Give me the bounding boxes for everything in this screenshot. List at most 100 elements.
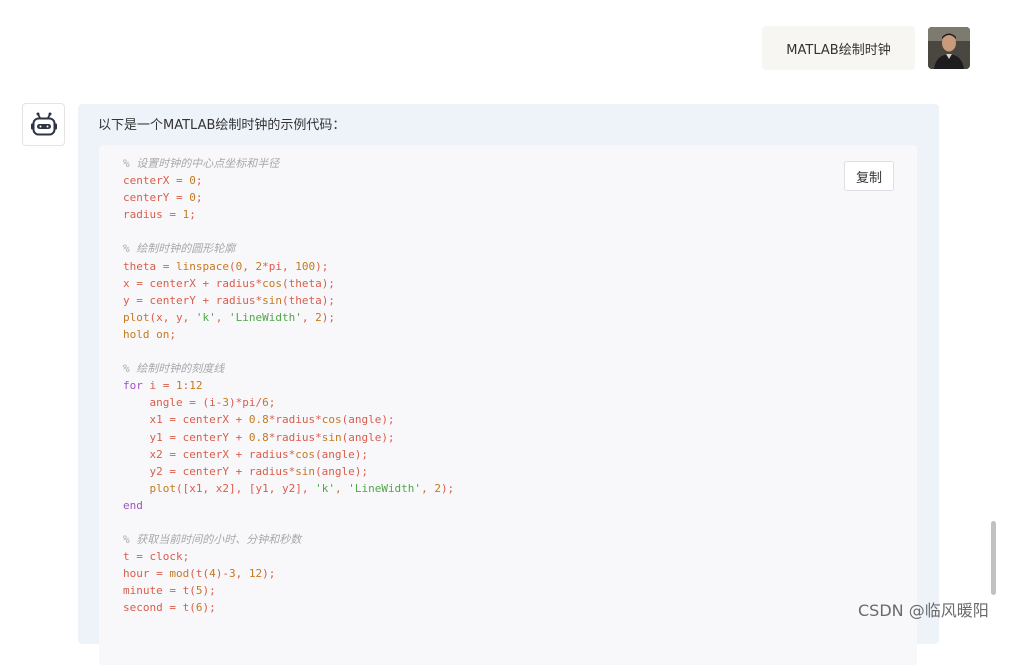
code-token: % 设置时钟的中心点坐标和半径 <box>123 157 280 170</box>
code-token: , <box>215 310 229 324</box>
code-token: 12 <box>189 379 203 393</box>
code-line: % 绘制时钟的刻度线 <box>123 360 454 377</box>
code-token: 'k' <box>315 481 335 495</box>
code-token: 'LineWidth' <box>228 310 302 324</box>
code-token: x2 = centerX + radius* <box>123 447 296 461</box>
code-token: % 获取当前时间的小时、分钟和秒数 <box>123 533 302 547</box>
bot-avatar <box>22 103 65 146</box>
code-line: y = centerY + radius*sin(theta); <box>123 292 454 309</box>
code-token: hour = <box>123 567 170 581</box>
code-token: cos <box>321 413 342 427</box>
code-line: theta = linspace(0, 2*pi, 100); <box>123 258 454 275</box>
code-token: 3 <box>222 396 229 410</box>
code-token: , <box>421 481 435 495</box>
code-token: ); <box>202 584 216 598</box>
code-token: % 绘制时钟的圆形轮廓 <box>123 242 236 256</box>
code-token: cos <box>295 447 316 461</box>
code-line: y2 = centerY + radius*sin(angle); <box>123 463 454 480</box>
code-token: *radius* <box>268 413 322 427</box>
code-line: end <box>123 497 454 514</box>
user-photo-avatar-icon <box>928 27 970 69</box>
code-token: ); <box>315 259 329 273</box>
code-line: x2 = centerX + radius*cos(angle); <box>123 446 454 463</box>
code-token: ); <box>440 481 455 495</box>
code-line: second = t(6); <box>123 599 454 616</box>
scrollbar-thumb[interactable] <box>991 521 996 595</box>
code-token: sin <box>321 430 342 444</box>
code-line: y1 = centerY + 0.8*radius*sin(angle); <box>123 429 454 446</box>
code-token: 2 <box>434 481 441 495</box>
code-token: 4 <box>209 567 216 581</box>
code-token: 3 <box>228 567 236 581</box>
code-token: centerY = <box>123 191 190 205</box>
code-token: (angle); <box>341 413 395 427</box>
code-token: , <box>242 259 256 273</box>
user-message-text: MATLAB绘制时钟 <box>786 42 891 58</box>
code-token: t = clock; <box>123 550 190 564</box>
code-token: mod <box>169 567 190 581</box>
bot-intro-text: 以下是一个MATLAB绘制时钟的示例代码： <box>98 118 346 133</box>
code-line: centerY = 0; <box>123 189 454 206</box>
code-line: t = clock; <box>123 548 454 565</box>
code-token: radius = <box>123 208 183 222</box>
code-token: x = centerX + radius* <box>123 276 263 290</box>
code-token: y = centerY + radius* <box>123 293 263 307</box>
watermark: CSDN @临风暖阳 <box>858 601 989 620</box>
code-token: ); <box>202 601 216 615</box>
code-line: minute = t(5); <box>123 582 454 599</box>
code-token: , <box>334 481 349 495</box>
code-token: 6 <box>262 396 269 410</box>
code-token: ); <box>321 310 335 324</box>
code-token: (theta); <box>281 276 335 290</box>
code-token: 0.8 <box>248 413 269 427</box>
code-token: x1 = centerX + <box>123 413 249 427</box>
code-token: 0 <box>189 191 196 205</box>
code-token: 1 <box>176 379 183 393</box>
code-token: ([x1, x2], [y1, y2], <box>176 481 316 495</box>
copy-button[interactable]: 复制 <box>844 161 894 191</box>
code-token: ; <box>189 208 196 222</box>
code-token: ; <box>195 191 203 205</box>
code-token: end <box>123 498 143 512</box>
code-line: plot(x, y, 'k', 'LineWidth', 2); <box>123 309 454 326</box>
code-token: (angle); <box>315 447 369 461</box>
code-token: for <box>123 379 143 393</box>
robot-icon <box>30 112 57 135</box>
user-avatar[interactable] <box>928 27 970 69</box>
code-token: i = <box>142 379 176 393</box>
code-token: hold <box>123 327 150 341</box>
bot-message-panel: 以下是一个MATLAB绘制时钟的示例代码： 复制 % 设置时钟的中心点坐标和半径… <box>78 104 939 665</box>
code-line: hold on; <box>123 326 454 343</box>
code-line: angle = (i-3)*pi/6; <box>123 394 454 411</box>
code-token: (x, y, <box>149 310 196 324</box>
code-token: (t( <box>189 567 210 581</box>
code-token: centerX = <box>123 174 190 188</box>
code-token: % 绘制时钟的刻度线 <box>123 362 225 376</box>
code-line: radius = 1; <box>123 206 454 223</box>
code-token: sin <box>262 293 282 307</box>
code-token: )- <box>215 567 229 581</box>
user-message-bubble: MATLAB绘制时钟 <box>762 26 915 70</box>
code-token: , <box>301 310 316 324</box>
code-token: 'LineWidth' <box>348 481 422 495</box>
code-token: (angle); <box>315 464 369 478</box>
code-token: ; <box>169 327 176 341</box>
code-token: y2 = centerY + radius* <box>123 464 296 478</box>
code-token: ( <box>228 259 236 273</box>
code-token: sin <box>295 464 316 478</box>
code-line: centerX = 0; <box>123 172 454 189</box>
code-token: , <box>235 567 249 581</box>
code-token: (angle); <box>341 430 395 444</box>
code-token: (theta); <box>281 293 335 307</box>
code-token: second = t( <box>123 601 196 615</box>
code-token: 'k' <box>195 310 216 324</box>
code-token: angle = (i- <box>123 396 223 410</box>
code-token: 0.8 <box>248 430 269 444</box>
code-line: hour = mod(t(4)-3, 12); <box>123 565 454 582</box>
code-token: minute = t( <box>123 584 196 598</box>
code-token: cos <box>262 276 282 290</box>
code-token: ; <box>195 174 203 188</box>
